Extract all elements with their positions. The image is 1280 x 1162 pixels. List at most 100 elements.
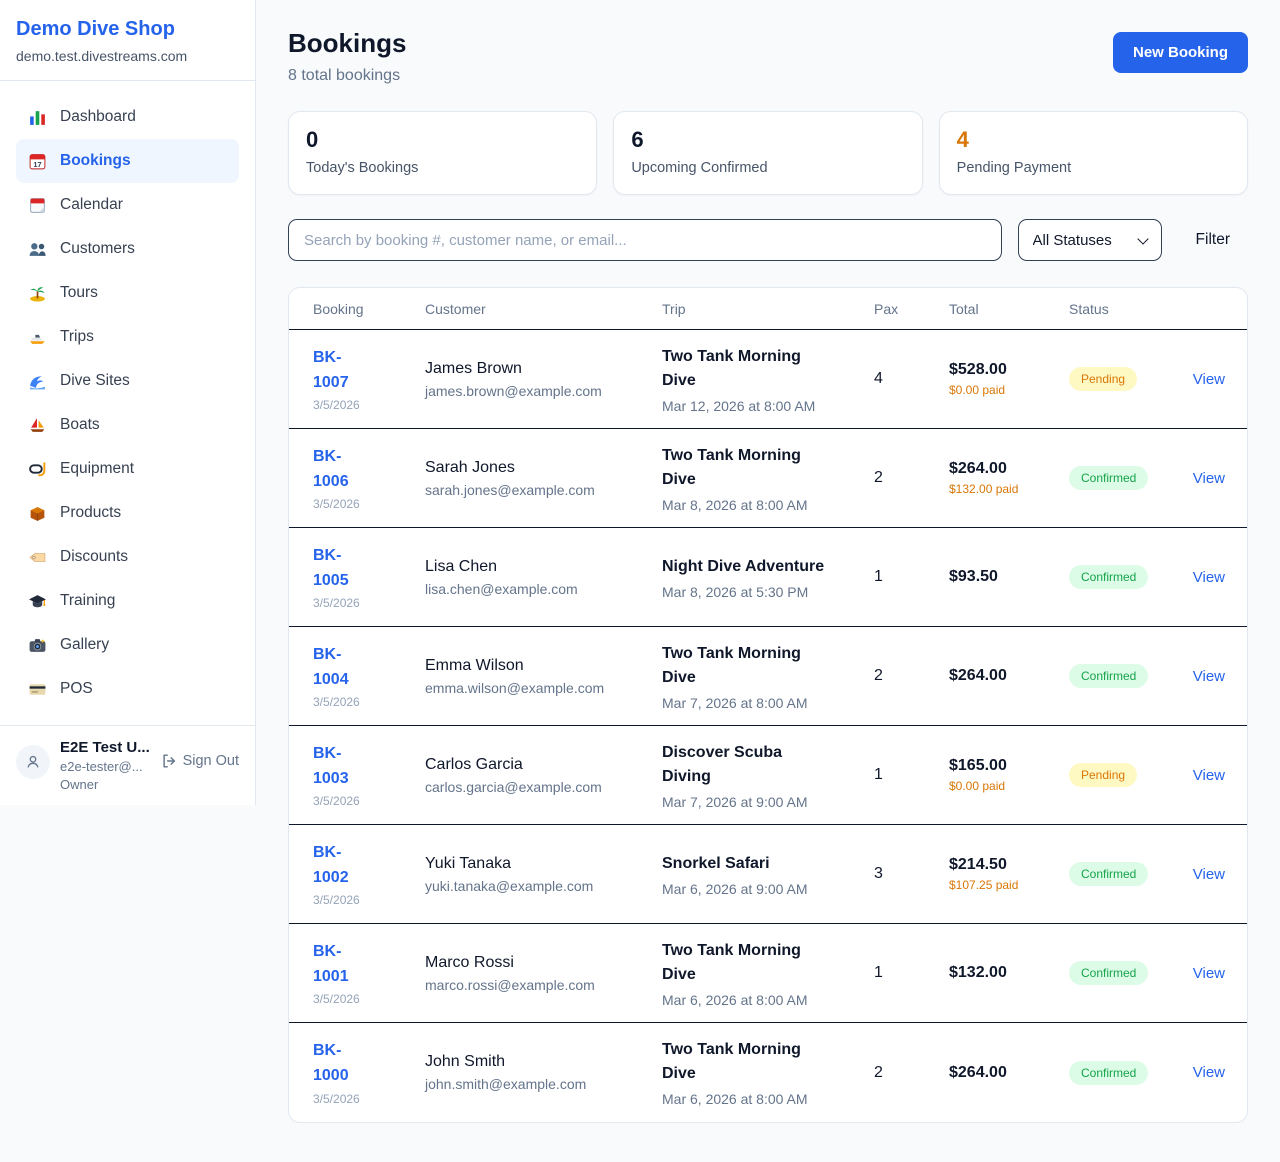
booking-id-link[interactable]: BK-1004 bbox=[313, 643, 369, 693]
sidebar-item-discounts[interactable]: Discounts bbox=[16, 535, 239, 579]
booking-id-link[interactable]: BK-1007 bbox=[313, 346, 369, 396]
customer-name: John Smith bbox=[425, 1053, 662, 1071]
sign-out-button[interactable]: Sign Out bbox=[161, 753, 239, 769]
booking-date: 3/5/2026 bbox=[313, 596, 425, 610]
stat-cards: 0 Today's Bookings 6 Upcoming Confirmed … bbox=[288, 111, 1248, 195]
sailboat-icon bbox=[28, 416, 47, 435]
view-link[interactable]: View bbox=[1193, 767, 1225, 784]
view-link[interactable]: View bbox=[1193, 371, 1225, 388]
trip-datetime: Mar 7, 2026 at 8:00 AM bbox=[662, 695, 874, 711]
customer-email: marco.rossi@example.com bbox=[425, 977, 662, 993]
sidebar-item-trips[interactable]: Trips bbox=[16, 315, 239, 359]
stat-label: Today's Bookings bbox=[306, 160, 579, 176]
sidebar-item-dive-sites[interactable]: Dive Sites bbox=[16, 359, 239, 403]
status-badge: Confirmed bbox=[1069, 664, 1148, 688]
stat-card-upcoming-confirmed: 6 Upcoming Confirmed bbox=[613, 111, 922, 195]
pax-count: 1 bbox=[874, 964, 949, 982]
pax-count: 2 bbox=[874, 1064, 949, 1082]
total-amount: $264.00 bbox=[949, 667, 1069, 685]
bar-chart-icon bbox=[28, 108, 47, 127]
total-amount: $264.00 bbox=[949, 460, 1069, 478]
total-amount: $132.00 bbox=[949, 964, 1069, 982]
pax-count: 1 bbox=[874, 766, 949, 784]
sidebar-item-dashboard[interactable]: Dashboard bbox=[16, 95, 239, 139]
sidebar-item-tours[interactable]: Tours bbox=[16, 271, 239, 315]
customer-name: Marco Rossi bbox=[425, 954, 662, 972]
status-badge: Pending bbox=[1069, 367, 1137, 391]
nav-label: Training bbox=[60, 592, 115, 610]
view-link[interactable]: View bbox=[1193, 668, 1225, 685]
search-input[interactable] bbox=[288, 219, 1002, 261]
booking-date: 3/5/2026 bbox=[313, 398, 425, 412]
brand-name: Demo Dive Shop bbox=[16, 18, 239, 41]
booking-date: 3/5/2026 bbox=[313, 1092, 425, 1106]
booking-date: 3/5/2026 bbox=[313, 497, 425, 511]
booking-id-link[interactable]: BK-1000 bbox=[313, 1039, 369, 1089]
table-body: BK-1007 3/5/2026 James Brown james.brown… bbox=[289, 330, 1247, 1122]
sidebar-item-pos[interactable]: POS bbox=[16, 667, 239, 711]
sidebar-item-gallery[interactable]: Gallery bbox=[16, 623, 239, 667]
trip-name: Two Tank Morning Dive bbox=[662, 939, 834, 987]
column-header-pax: Pax bbox=[874, 301, 949, 317]
amount-paid: $132.00 paid bbox=[949, 482, 1069, 496]
booking-id-link[interactable]: BK-1006 bbox=[313, 445, 369, 495]
booking-date: 3/5/2026 bbox=[313, 893, 425, 907]
customer-name: Lisa Chen bbox=[425, 558, 662, 576]
sidebar-item-bookings[interactable]: 17 Bookings bbox=[16, 139, 239, 183]
package-icon bbox=[28, 504, 47, 523]
sidebar-item-customers[interactable]: Customers bbox=[16, 227, 239, 271]
customer-name: James Brown bbox=[425, 360, 662, 378]
pax-count: 4 bbox=[874, 370, 949, 388]
stat-card-pending-payment: 4 Pending Payment bbox=[939, 111, 1248, 195]
status-select[interactable]: All Statuses bbox=[1018, 219, 1162, 261]
nav-label: Boats bbox=[60, 416, 100, 434]
customer-name: Emma Wilson bbox=[425, 657, 662, 675]
amount-paid: $107.25 paid bbox=[949, 878, 1069, 892]
customer-name: Yuki Tanaka bbox=[425, 855, 662, 873]
view-link[interactable]: View bbox=[1193, 965, 1225, 982]
credit-card-icon bbox=[28, 680, 47, 699]
new-booking-button[interactable]: New Booking bbox=[1113, 32, 1248, 73]
trip-name: Two Tank Morning Dive bbox=[662, 1038, 834, 1086]
booking-date: 3/5/2026 bbox=[313, 992, 425, 1006]
people-icon bbox=[28, 240, 47, 259]
sidebar-item-boats[interactable]: Boats bbox=[16, 403, 239, 447]
view-link[interactable]: View bbox=[1193, 866, 1225, 883]
status-badge: Confirmed bbox=[1069, 565, 1148, 589]
filter-row: All Statuses Filter bbox=[288, 219, 1248, 261]
nav-label: Gallery bbox=[60, 636, 109, 654]
sidebar-item-calendar[interactable]: Calendar bbox=[16, 183, 239, 227]
user-role: Owner bbox=[60, 777, 150, 792]
filter-button[interactable]: Filter bbox=[1178, 231, 1248, 249]
table-row: BK-1004 3/5/2026 Emma Wilson emma.wilson… bbox=[289, 627, 1247, 726]
amount-paid: $0.00 paid bbox=[949, 383, 1069, 397]
bookings-table: Booking Customer Trip Pax Total Status B… bbox=[288, 287, 1248, 1123]
nav-label: Tours bbox=[60, 284, 98, 302]
customer-email: yuki.tanaka@example.com bbox=[425, 878, 662, 894]
nav-label: Equipment bbox=[60, 460, 134, 478]
view-link[interactable]: View bbox=[1193, 470, 1225, 487]
booking-id-link[interactable]: BK-1005 bbox=[313, 544, 369, 594]
user-email: e2e-tester@... bbox=[60, 759, 150, 774]
sidebar-item-training[interactable]: Training bbox=[16, 579, 239, 623]
view-link[interactable]: View bbox=[1193, 569, 1225, 586]
view-link[interactable]: View bbox=[1193, 1064, 1225, 1081]
trip-datetime: Mar 8, 2026 at 8:00 AM bbox=[662, 497, 874, 513]
stat-value: 0 bbox=[306, 127, 579, 153]
nav-label: Dashboard bbox=[60, 108, 136, 126]
sidebar-item-products[interactable]: Products bbox=[16, 491, 239, 535]
trip-datetime: Mar 7, 2026 at 9:00 AM bbox=[662, 794, 874, 810]
total-amount: $165.00 bbox=[949, 757, 1069, 775]
avatar bbox=[16, 745, 50, 779]
trip-name: Two Tank Morning Dive bbox=[662, 642, 834, 690]
booking-id-link[interactable]: BK-1003 bbox=[313, 742, 369, 792]
booking-id-link[interactable]: BK-1002 bbox=[313, 841, 369, 891]
booking-id-link[interactable]: BK-1001 bbox=[313, 940, 369, 990]
sidebar-nav: Dashboard 17 Bookings Calendar Customers… bbox=[0, 81, 255, 725]
customer-email: carlos.garcia@example.com bbox=[425, 779, 662, 795]
table-row: BK-1001 3/5/2026 Marco Rossi marco.rossi… bbox=[289, 924, 1247, 1023]
sidebar-item-equipment[interactable]: Equipment bbox=[16, 447, 239, 491]
customer-email: emma.wilson@example.com bbox=[425, 680, 662, 696]
pax-count: 3 bbox=[874, 865, 949, 883]
nav-label: POS bbox=[60, 680, 93, 698]
